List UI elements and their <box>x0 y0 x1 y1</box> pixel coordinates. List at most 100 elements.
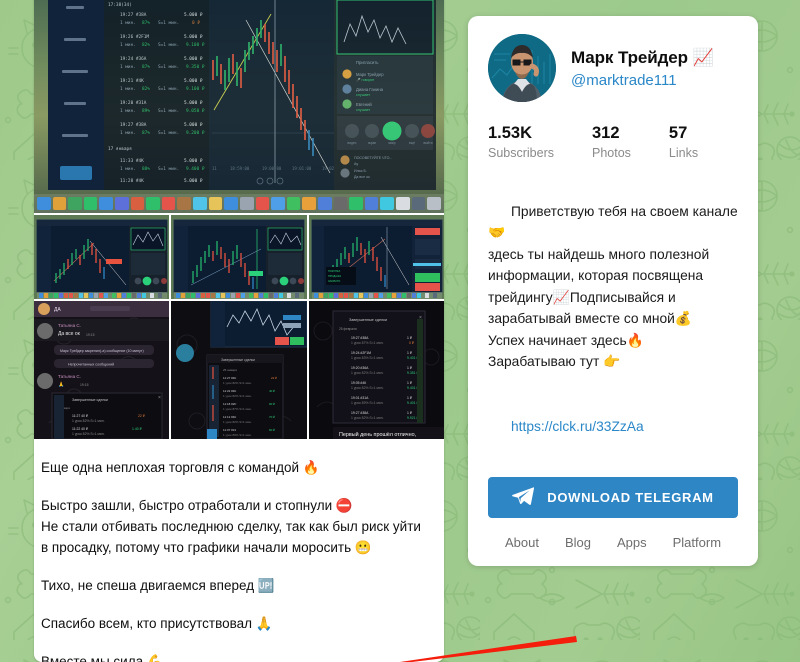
svg-text:ЗАКРЫТО: ЗАКРЫТО <box>328 279 340 283</box>
svg-text:88%: 88% <box>142 166 150 172</box>
svg-text:11:27 #4К: 11:27 #4К <box>223 376 236 380</box>
svg-text:1 урок 89% S=1 мин.: 1 урок 89% S=1 мин. <box>223 433 252 437</box>
profile-description-link[interactable]: https://clck.ru/33ZzAa <box>511 419 644 434</box>
svg-text:87%: 87% <box>142 20 150 26</box>
media-thumb-5[interactable]: Завершенные сделки 25 января 11:27 #4К 22… <box>171 301 307 439</box>
svg-text:0 ₽: 0 ₽ <box>409 341 414 345</box>
stat-photos-label: Photos <box>592 146 631 160</box>
svg-text:1 мин.: 1 мин. <box>120 42 136 48</box>
message-bubble: 17:38(34) 19:27 #38A 5.000 ₽ 1 мин. 87% S=1… <box>34 0 444 662</box>
svg-text:1.40 ₽: 1.40 ₽ <box>132 427 142 431</box>
svg-text:19:27 #38A: 19:27 #38A <box>120 12 147 18</box>
svg-text:1 урок 89% S=1 мин.: 1 урок 89% S=1 мин. <box>351 401 384 405</box>
svg-text:1 урок 82% S=1 мин.: 1 урок 82% S=1 мин. <box>351 416 384 420</box>
stat-photos: 312 Photos <box>592 124 631 160</box>
media-thumb-1[interactable] <box>34 215 170 299</box>
svg-text:ДА: ДА <box>54 307 61 313</box>
svg-text:микр: микр <box>388 141 395 145</box>
post-paragraph-1: Еще одна неплохая торговля с командой 🔥 <box>41 460 320 475</box>
svg-text:25 февраля: 25 февраля <box>339 327 357 331</box>
stat-links-label: Links <box>668 146 699 160</box>
svg-text:22 ₽: 22 ₽ <box>271 376 277 380</box>
download-telegram-label: DOWNLOAD TELEGRAM <box>547 489 714 505</box>
profile-description-text: Приветствую тебя на своем канале 🤝 здесь… <box>488 203 738 370</box>
svg-text:19:01 #31A: 19:01 #31A <box>351 396 369 400</box>
svg-text:1 ₽: 1 ₽ <box>407 351 412 355</box>
svg-text:89%: 89% <box>142 108 150 114</box>
svg-text:11:27 40 ₽: 11:27 40 ₽ <box>72 414 88 418</box>
svg-text:1 урок 82% S=1 мин.: 1 урок 82% S=1 мин. <box>72 419 105 423</box>
stat-links-value: 57 <box>668 124 688 142</box>
svg-text:5.000 ₽: 5.000 ₽ <box>184 34 203 40</box>
svg-text:18:59:00: 18:59:00 <box>230 166 250 171</box>
svg-text:1 урок 82% S=1 мин.: 1 урок 82% S=1 мин. <box>351 386 384 390</box>
svg-text:S=1 мин.: S=1 мин. <box>158 64 179 70</box>
media-main-screenshot[interactable]: 17:38(34) 19:27 #38A 5.000 ₽ 1 мин. 87% S=1… <box>34 0 444 213</box>
svg-text:×: × <box>158 395 161 401</box>
post-paragraph-3: Тихо, не спеша двигаемся вперед 🆙 <box>41 578 275 593</box>
svg-text:1 урок 82% S=1 мин.: 1 урок 82% S=1 мин. <box>223 381 252 385</box>
svg-text:S=1 мин.: S=1 мин. <box>158 86 179 92</box>
svg-text:19:01:00: 19:01:00 <box>292 166 312 171</box>
svg-text:19:27 #38A: 19:27 #38A <box>351 336 369 340</box>
svg-text:9.100 ₽: 9.100 ₽ <box>186 86 205 92</box>
avatar[interactable] <box>488 34 556 102</box>
profile-stats: 1.53K Subscribers 312 Photos 57 Links <box>488 124 738 160</box>
svg-text:5.000 ₽: 5.000 ₽ <box>184 178 203 184</box>
svg-text:11:28 #4К: 11:28 #4К <box>120 178 144 184</box>
svg-text:9.401 ₽: 9.401 ₽ <box>407 401 419 405</box>
footer-link-platform[interactable]: Platform <box>673 535 721 550</box>
media-row-3: ДА Татьяна С. Да все ок 19:15 Марк Трейд… <box>34 301 444 439</box>
footer-link-blog[interactable]: Blog <box>565 535 591 550</box>
stat-subscribers-label: Subscribers <box>488 146 554 160</box>
svg-text:1 ₽: 1 ₽ <box>407 366 412 370</box>
svg-text:ПОКУПКА: ПОКУПКА <box>328 269 340 273</box>
svg-text:19:21 #4К: 19:21 #4К <box>120 78 144 84</box>
svg-text:видео: видео <box>348 141 357 145</box>
svg-text:87%: 87% <box>142 64 150 70</box>
svg-text:9.351 ₽: 9.351 ₽ <box>407 371 419 375</box>
svg-text:1 урок 87% S=1 мин.: 1 урок 87% S=1 мин. <box>223 407 252 411</box>
svg-text:Марк Трейдер: Марк Трейдер <box>356 72 384 77</box>
svg-text:Пригласить: Пригласить <box>356 60 379 65</box>
svg-text:19:15: 19:15 <box>86 333 95 337</box>
svg-text:19:20 #36A: 19:20 #36A <box>351 366 369 370</box>
svg-text:9.350 ₽: 9.350 ₽ <box>186 64 205 70</box>
media-album-grid: 17:38(34) 19:27 #38A 5.000 ₽ 1 мин. 87% S=1… <box>34 0 444 439</box>
svg-text:40 ₽: 40 ₽ <box>269 389 275 393</box>
svg-text:S=1 мин.: S=1 мин. <box>158 42 179 48</box>
svg-text:1 мин.: 1 мин. <box>120 130 136 136</box>
svg-text:19:20 #31A: 19:20 #31A <box>120 100 147 106</box>
stat-photos-value: 312 <box>592 124 620 142</box>
svg-text:19:05 #4К: 19:05 #4К <box>351 381 366 385</box>
svg-text:9.400 ₽: 9.400 ₽ <box>186 166 205 172</box>
media-thumb-6[interactable]: × Завершенные сделки 25 февраля 19:27 #3… <box>308 301 444 439</box>
svg-text:25 января: 25 января <box>223 368 237 372</box>
post-paragraph-2: Быстро зашли, быстро отработали и стопну… <box>41 498 421 555</box>
svg-text:🎤 говорит: 🎤 говорит <box>356 77 375 82</box>
svg-text:S=1 мин.: S=1 мин. <box>158 130 179 136</box>
svg-text:1 урок 87% S=1 мин.: 1 урок 87% S=1 мин. <box>351 341 384 345</box>
media-thumb-2[interactable] <box>171 215 307 299</box>
svg-text:82%: 82% <box>142 42 150 48</box>
media-thumb-3[interactable]: ПОКУПКА ПРОДАЖА ЗАКРЫТО <box>308 215 444 299</box>
svg-text:11:18 #2F: 11:18 #2F <box>223 402 236 406</box>
svg-text:Марк Трейдер закрепил(-а) сооб: Марк Трейдер закрепил(-а) сообщение (10 … <box>60 349 144 353</box>
svg-text:Татьяна С.: Татьяна С. <box>58 374 81 379</box>
download-telegram-button[interactable]: DOWNLOAD TELEGRAM <box>488 476 738 518</box>
svg-text:9.050 ₽: 9.050 ₽ <box>186 108 205 114</box>
media-thumb-4[interactable]: ДА Татьяна С. Да все ок 19:15 Марк Трейд… <box>34 301 170 439</box>
post-text: Еще одна неплохая торговля с командой 🔥 … <box>34 439 444 662</box>
page-root: 17:38(34) 19:27 #38A 5.000 ₽ 1 мин. 87% S=1… <box>0 0 800 662</box>
svg-text:11:33 #4К: 11:33 #4К <box>120 158 144 164</box>
svg-text:1 мин.: 1 мин. <box>120 166 136 172</box>
svg-text:слушает: слушает <box>356 93 370 97</box>
svg-text:S=1 мин.: S=1 мин. <box>158 20 179 26</box>
post-paragraph-5: Вместе мы сила 💪 <box>41 654 164 662</box>
svg-text:Татьяна С.: Татьяна С. <box>58 323 81 328</box>
card-footer-links: About Blog Apps Platform <box>488 535 738 550</box>
footer-link-apps[interactable]: Apps <box>617 535 647 550</box>
svg-text:Евгений: Евгений <box>356 102 372 107</box>
footer-link-about[interactable]: About <box>505 535 539 550</box>
svg-text:1 ₽: 1 ₽ <box>407 411 412 415</box>
